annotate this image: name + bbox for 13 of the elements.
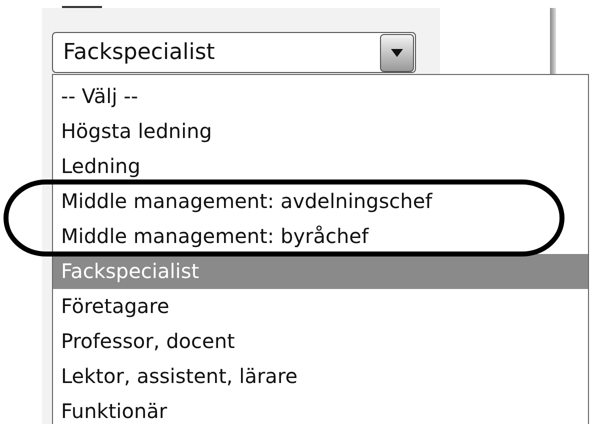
caret-icon [391,48,403,56]
dropdown-option[interactable]: Middle management: avdelningschef [53,184,588,219]
dropdown-option[interactable]: Funktionär [53,394,588,424]
select-field[interactable]: Fackspecialist [52,32,416,73]
dropdown-option[interactable]: Lektor, assistent, lärare [53,359,588,394]
select-value: Fackspecialist [62,39,216,67]
dropdown-option[interactable]: -- Välj -- [53,79,588,114]
dropdown-button[interactable] [380,34,414,72]
dropdown-option[interactable]: Företagare [53,289,588,324]
dropdown-option[interactable]: Middle management: byråchef [53,219,588,254]
dropdown-option[interactable]: Högsta ledning [53,114,588,149]
dropdown-option[interactable]: Professor, docent [53,324,588,359]
dropdown-option[interactable]: Ledning [53,149,588,184]
